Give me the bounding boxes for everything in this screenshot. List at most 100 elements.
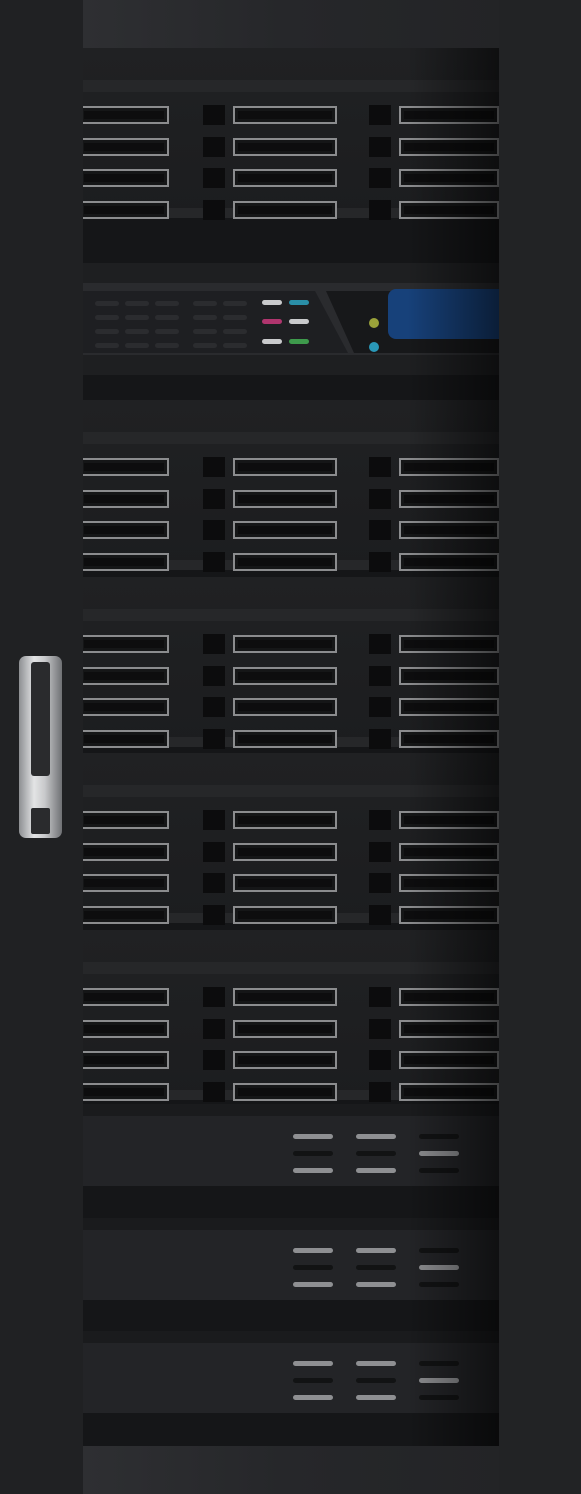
drive-caddy-icon[interactable]	[83, 106, 169, 124]
drive-caddy-icon[interactable]	[233, 458, 337, 476]
drive-caddy-icon[interactable]	[399, 988, 499, 1006]
drive-led-icon	[203, 842, 225, 862]
drive-caddy-icon[interactable]	[399, 635, 499, 653]
drive-caddy-slot	[404, 1056, 494, 1064]
drive-caddy-slot	[84, 703, 164, 711]
drive-caddy-icon[interactable]	[399, 169, 499, 187]
drive-caddy-icon[interactable]	[233, 906, 337, 924]
vent-icon	[293, 1134, 333, 1139]
blank-unit-gap	[83, 1218, 499, 1230]
door-handle-icon[interactable]	[19, 656, 62, 838]
drive-caddy-icon[interactable]	[83, 988, 169, 1006]
drive-caddy-icon[interactable]	[399, 811, 499, 829]
drive-caddy-slot	[404, 735, 494, 743]
drive-caddy-icon[interactable]	[399, 667, 499, 685]
drive-caddy-icon[interactable]	[399, 106, 499, 124]
drive-caddy-slot	[238, 558, 332, 566]
vent-icon	[419, 1361, 459, 1366]
drive-caddy-icon[interactable]	[83, 1051, 169, 1069]
drive-caddy-icon[interactable]	[233, 106, 337, 124]
drive-caddy-slot	[84, 111, 164, 119]
drive-caddy-icon[interactable]	[83, 1020, 169, 1038]
drive-caddy-icon[interactable]	[83, 553, 169, 571]
drive-caddy-icon[interactable]	[233, 201, 337, 219]
drive-caddy-icon[interactable]	[233, 553, 337, 571]
drive-caddy-slot	[404, 1025, 494, 1033]
drive-caddy-icon[interactable]	[233, 1083, 337, 1101]
indicator-light-icon	[289, 339, 309, 344]
drive-led-icon	[203, 634, 225, 654]
drive-caddy-icon[interactable]	[83, 906, 169, 924]
drive-caddy-slot	[404, 463, 494, 471]
drive-caddy-icon[interactable]	[233, 635, 337, 653]
drive-caddy-icon[interactable]	[399, 138, 499, 156]
drive-caddy-icon[interactable]	[399, 1051, 499, 1069]
drive-caddy-icon[interactable]	[83, 811, 169, 829]
drive-caddy-icon[interactable]	[233, 811, 337, 829]
drive-caddy-slot	[84, 672, 164, 680]
drive-caddy-icon[interactable]	[399, 553, 499, 571]
drive-led-icon	[369, 810, 391, 830]
drive-caddy-icon[interactable]	[83, 667, 169, 685]
drive-caddy-icon[interactable]	[233, 169, 337, 187]
drive-caddy-icon[interactable]	[399, 521, 499, 539]
drive-caddy-icon[interactable]	[399, 874, 499, 892]
drive-caddy-icon[interactable]	[83, 521, 169, 539]
vent-icon	[223, 343, 247, 348]
indicator-light-icon	[262, 300, 282, 305]
drive-caddy-icon[interactable]	[399, 1020, 499, 1038]
drive-caddy-icon[interactable]	[83, 138, 169, 156]
drive-row	[83, 986, 499, 1008]
drive-caddy-icon[interactable]	[83, 458, 169, 476]
drive-caddy-icon[interactable]	[233, 988, 337, 1006]
drive-caddy-icon[interactable]	[83, 201, 169, 219]
drive-unit-band	[83, 785, 499, 797]
drive-caddy-icon[interactable]	[233, 667, 337, 685]
drive-caddy-slot	[84, 1025, 164, 1033]
drive-caddy-icon[interactable]	[399, 201, 499, 219]
drive-caddy-icon[interactable]	[233, 1051, 337, 1069]
drive-led-icon	[369, 137, 391, 157]
drive-row	[83, 696, 499, 718]
drive-caddy-icon[interactable]	[399, 906, 499, 924]
drive-caddy-icon[interactable]	[399, 730, 499, 748]
drive-caddy-slot	[404, 816, 494, 824]
vent-icon	[356, 1265, 396, 1270]
drive-led-icon	[203, 520, 225, 540]
drive-caddy-icon[interactable]	[233, 521, 337, 539]
drive-caddy-icon[interactable]	[83, 635, 169, 653]
drive-row	[83, 633, 499, 655]
drive-caddy-slot	[404, 558, 494, 566]
drive-caddy-icon[interactable]	[83, 843, 169, 861]
drive-caddy-slot	[84, 640, 164, 648]
vent-icon	[293, 1151, 333, 1156]
drive-caddy-icon[interactable]	[233, 874, 337, 892]
drive-caddy-icon[interactable]	[399, 458, 499, 476]
drive-caddy-slot	[238, 640, 332, 648]
drive-caddy-icon[interactable]	[233, 1020, 337, 1038]
drive-unit-band	[83, 432, 499, 444]
drive-caddy-icon[interactable]	[83, 169, 169, 187]
drive-caddy-icon[interactable]	[83, 490, 169, 508]
drive-caddy-icon[interactable]	[233, 698, 337, 716]
drive-caddy-icon[interactable]	[233, 730, 337, 748]
drive-led-icon	[369, 168, 391, 188]
drive-caddy-icon[interactable]	[399, 698, 499, 716]
drive-caddy-slot	[84, 911, 164, 919]
drive-caddy-icon[interactable]	[83, 1083, 169, 1101]
drive-caddy-icon[interactable]	[399, 490, 499, 508]
handle-notch	[31, 808, 50, 834]
drive-caddy-icon[interactable]	[399, 1083, 499, 1101]
drive-caddy-icon[interactable]	[233, 843, 337, 861]
drive-caddy-icon[interactable]	[233, 138, 337, 156]
drive-caddy-icon[interactable]	[83, 730, 169, 748]
drive-caddy-icon[interactable]	[83, 698, 169, 716]
drive-led-icon	[369, 697, 391, 717]
drive-row	[83, 841, 499, 863]
drive-caddy-icon[interactable]	[399, 843, 499, 861]
drive-caddy-icon[interactable]	[233, 490, 337, 508]
blank-panel-unit	[83, 1343, 499, 1413]
drive-caddy-slot	[84, 879, 164, 887]
drive-caddy-slot	[238, 672, 332, 680]
drive-caddy-icon[interactable]	[83, 874, 169, 892]
